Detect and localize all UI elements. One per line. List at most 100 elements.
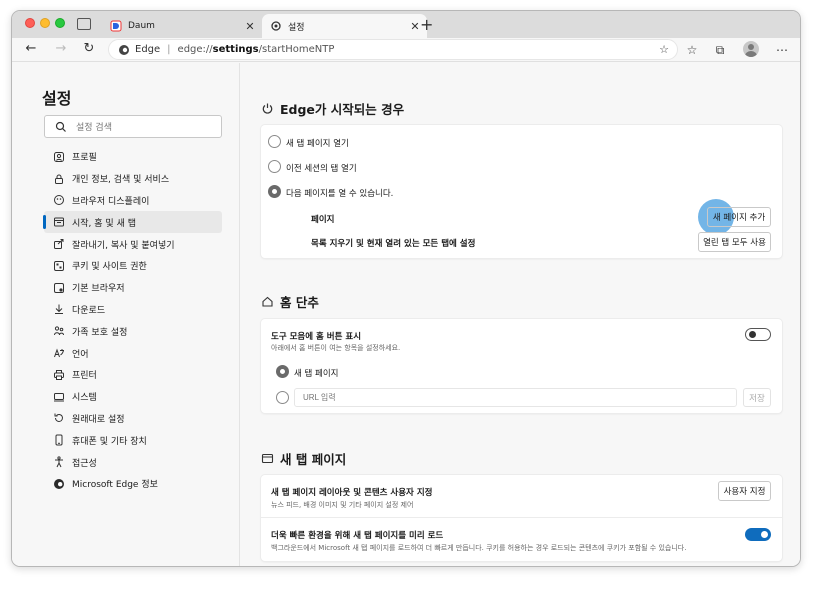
- sidebar-item[interactable]: 브라우저 디스플레이: [44, 190, 222, 212]
- sidebar-item-label: 쿠키 및 사이트 권한: [72, 262, 147, 273]
- startup-section-title: Edge가 시작되는 경우: [261, 99, 404, 118]
- startup-card: 새 탭 페이지 열기 이전 세션의 탭 열기 다음 페이지를 열 수 있습니다.…: [261, 125, 782, 258]
- startup-option-label-2: 다음 페이지를 열 수 있습니다.: [286, 189, 394, 199]
- sidebar-item[interactable]: 다운로드: [44, 299, 222, 321]
- home-card: 도구 모음에 홈 버튼 표시 아래에서 홈 버튼이 여는 항목을 설정하세요. …: [261, 319, 782, 413]
- startup-option-radio-2[interactable]: [268, 185, 281, 198]
- sidebar-item-label: 언어: [72, 349, 89, 360]
- edge-icon: [52, 477, 66, 491]
- home-url-radio[interactable]: [276, 391, 289, 404]
- sidebar-item-label: 원래대로 설정: [72, 414, 125, 425]
- show-home-label: 도구 모음에 홈 버튼 표시: [271, 332, 362, 342]
- close-window-button[interactable]: [25, 18, 35, 28]
- sidebar-item[interactable]: 휴대폰 및 기타 장치: [44, 429, 222, 451]
- customize-label: 새 탭 페이지 레이아웃 및 콘텐츠 사용자 지정: [271, 488, 433, 498]
- settings-sidebar: 설정 설정 검색 프로필 개인 정보, 검색 및 서비스 브라우저 디스플레이 시작,…: [12, 63, 240, 566]
- tab-daum[interactable]: Daum ✕: [102, 14, 262, 38]
- sidebar-item[interactable]: 기본 브라우저: [44, 277, 222, 299]
- close-tab-icon[interactable]: ✕: [242, 20, 258, 33]
- tab-bar: Daum ✕ 설정 ✕ +: [12, 11, 800, 38]
- sidebar-item[interactable]: 프린터: [44, 364, 222, 386]
- browser-window: Daum ✕ 설정 ✕ + ← → ↻ Edge | edge://settin…: [11, 10, 801, 567]
- address-separator: |: [167, 44, 171, 55]
- add-page-button[interactable]: 새 페이지 추가: [707, 207, 771, 227]
- refresh-icon[interactable]: ↻: [80, 41, 98, 56]
- sidebar-item-label: 시스템: [72, 393, 97, 404]
- search-icon: [55, 121, 66, 132]
- address-bar[interactable]: Edge | edge://settings/startHomeNTP ☆: [108, 39, 678, 60]
- sidebar-item[interactable]: 언어: [44, 342, 222, 364]
- add-favorite-icon[interactable]: ☆: [659, 43, 669, 56]
- clear-list-label: 목록 지우기 및 현재 열려 있는 모든 탭에 설정: [311, 239, 476, 249]
- preload-label: 더욱 빠른 환경을 위해 새 탭 페이지를 미리 로드: [271, 531, 444, 541]
- pages-label: 페이지: [311, 215, 335, 225]
- sidebar-item[interactable]: Microsoft Edge 정보: [44, 473, 222, 495]
- tab-settings[interactable]: 설정 ✕: [262, 14, 427, 38]
- language-icon: [52, 346, 66, 360]
- tab-title: Daum: [128, 21, 155, 31]
- sidebar-item[interactable]: 개인 정보, 검색 및 서비스: [44, 168, 222, 190]
- new-tab-button[interactable]: +: [420, 15, 433, 34]
- more-menu-icon[interactable]: ⋯: [774, 43, 790, 57]
- favorites-icon[interactable]: ☆: [684, 43, 700, 57]
- forward-icon[interactable]: →: [52, 41, 70, 56]
- use-all-tabs-button[interactable]: 열린 탭 모두 사용: [698, 232, 771, 252]
- sidebar-item-label: 개인 정보, 검색 및 서비스: [72, 175, 170, 186]
- sidebar-item-label: 프린터: [72, 371, 97, 382]
- startup-option-radio-0[interactable]: [268, 135, 281, 148]
- sidebar-item[interactable]: 원래대로 설정: [44, 408, 222, 430]
- home-save-button[interactable]: 저장: [743, 388, 771, 407]
- settings-main: Edge가 시작되는 경우 새 탭 페이지 열기 이전 세션의 탭 열기 다음 …: [261, 63, 782, 566]
- preload-toggle[interactable]: [745, 528, 771, 541]
- cookie-icon: [52, 259, 66, 273]
- sidebar-item-label: 시작, 홈 및 새 탭: [72, 218, 136, 229]
- url-text: edge://settings/startHomeNTP: [177, 44, 335, 55]
- browser-icon: [52, 281, 66, 295]
- sidebar-item-label: 휴대폰 및 기타 장치: [72, 436, 147, 447]
- show-home-toggle[interactable]: [745, 328, 771, 341]
- site-label: Edge: [135, 44, 161, 55]
- sidebar-item[interactable]: 쿠키 및 사이트 권한: [44, 255, 222, 277]
- startup-option-label-0: 새 탭 페이지 열기: [286, 139, 349, 149]
- sidebar-item[interactable]: 시스템: [44, 386, 222, 408]
- sidebar-item-label: 기본 브라우저: [72, 284, 125, 295]
- power-icon: [261, 102, 274, 115]
- home-newtab-label: 새 탭 페이지: [294, 369, 339, 379]
- sidebar-item[interactable]: 가족 보호 설정: [44, 320, 222, 342]
- accessibility-icon: [52, 455, 66, 469]
- reset-icon: [52, 411, 66, 425]
- zoom-window-button[interactable]: [55, 18, 65, 28]
- profile-avatar[interactable]: [743, 41, 759, 57]
- startup-option-label-1: 이전 세션의 탭 열기: [286, 164, 357, 174]
- customize-button[interactable]: 사용자 지정: [718, 481, 771, 501]
- sidebar-item-label: 브라우저 디스플레이: [72, 196, 150, 207]
- paint-icon: [52, 193, 66, 207]
- collections-icon[interactable]: ⧉: [712, 43, 728, 58]
- download-icon: [52, 302, 66, 316]
- lock-icon: [52, 172, 66, 186]
- search-placeholder: 설정 검색: [76, 123, 112, 133]
- sidebar-item-label: 다운로드: [72, 305, 106, 316]
- minimize-window-button[interactable]: [40, 18, 50, 28]
- preload-desc: 백그라운드에서 Microsoft 새 탭 페이지를 로드하여 더 빠르게 만듭…: [271, 544, 687, 552]
- settings-search-input[interactable]: 설정 검색: [44, 115, 222, 138]
- show-home-desc: 아래에서 홈 버튼이 여는 항목을 설정하세요.: [271, 344, 401, 352]
- sidebar-item-label: 접근성: [72, 458, 97, 469]
- newtab-title-text: 새 탭 페이지: [280, 452, 347, 467]
- sidebar-item-label: Microsoft Edge 정보: [72, 480, 158, 491]
- startup-option-radio-1[interactable]: [268, 160, 281, 173]
- share-icon: [52, 237, 66, 251]
- sidebar-item[interactable]: 잘라내기, 복사 및 붙여넣기: [44, 233, 222, 255]
- edge-icon: [119, 44, 129, 55]
- daum-favicon-icon: [110, 20, 122, 32]
- tab-actions-icon[interactable]: [77, 18, 91, 30]
- sidebar-item[interactable]: 프로필: [44, 146, 222, 168]
- home-newtab-radio[interactable]: [276, 365, 289, 378]
- home-section-title: 홈 단추: [261, 292, 319, 311]
- sidebar-item[interactable]: 접근성: [44, 451, 222, 473]
- home-url-input[interactable]: [294, 388, 737, 407]
- back-icon[interactable]: ←: [22, 41, 40, 56]
- home-tab-icon: [52, 215, 66, 229]
- sidebar-item[interactable]: 시작, 홈 및 새 탭: [43, 211, 222, 234]
- sidebar-item-label: 잘라내기, 복사 및 붙여넣기: [72, 240, 175, 251]
